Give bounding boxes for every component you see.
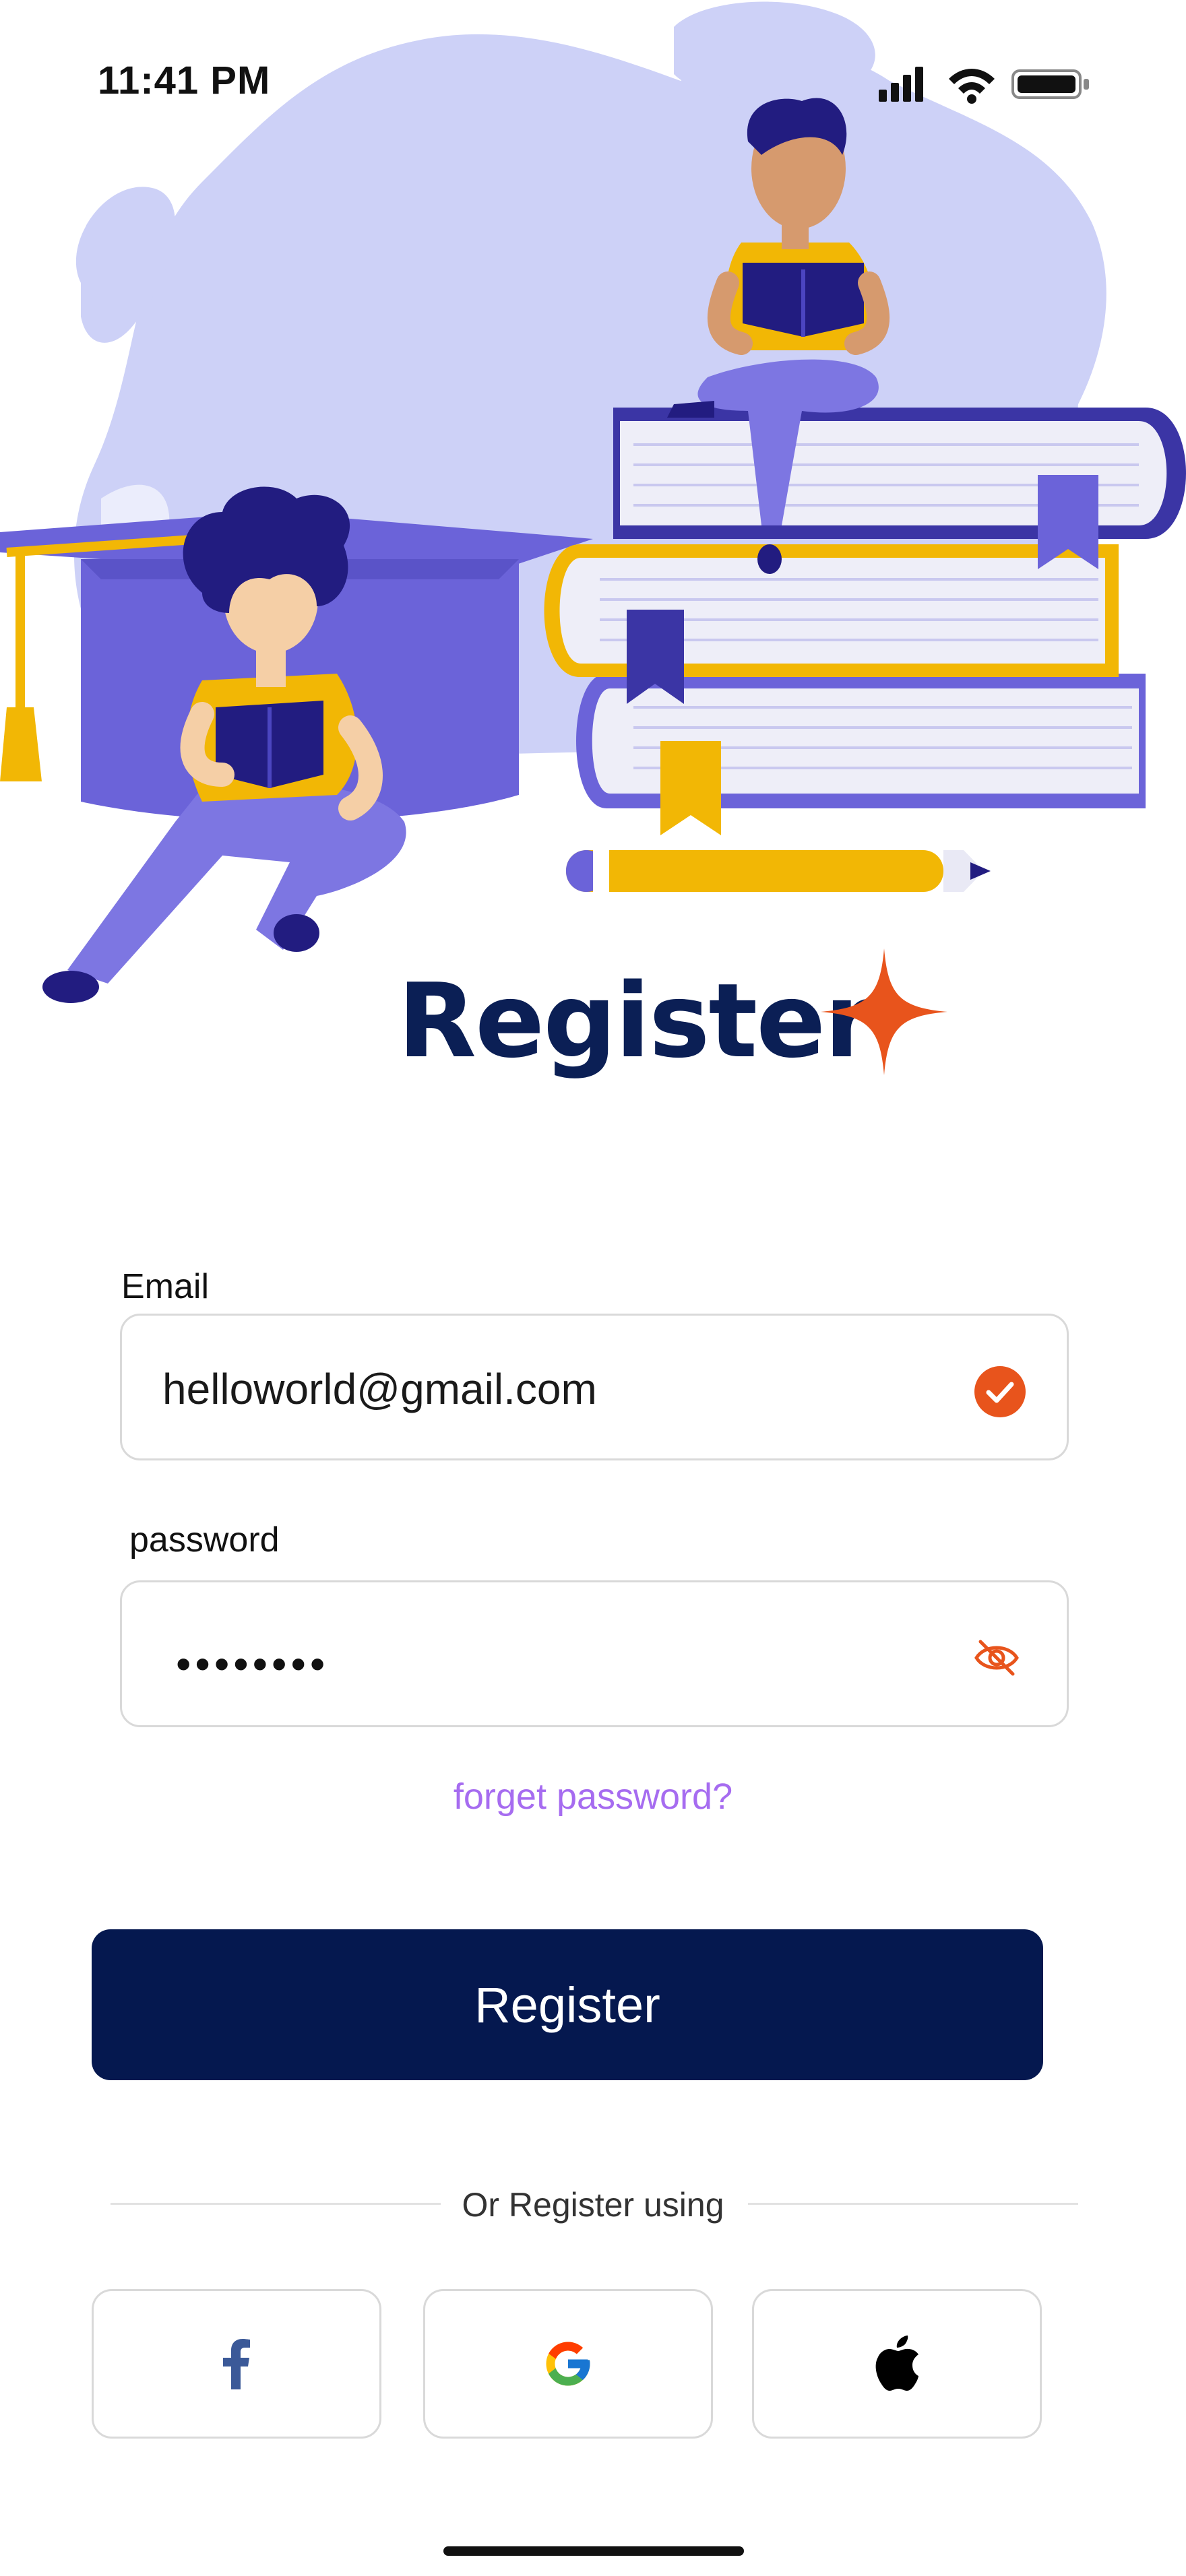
email-label: Email bbox=[121, 1267, 210, 1306]
signal-icon bbox=[876, 64, 930, 104]
register-button-label: Register bbox=[474, 1976, 660, 2033]
google-icon bbox=[546, 2342, 590, 2386]
password-field[interactable]: •••••••• bbox=[120, 1580, 1069, 1727]
page-title: Register bbox=[398, 961, 875, 1081]
home-indicator[interactable] bbox=[443, 2546, 744, 2556]
facebook-button[interactable] bbox=[92, 2289, 381, 2439]
apple-button[interactable] bbox=[752, 2289, 1042, 2439]
wifi-icon bbox=[946, 64, 997, 104]
eye-off-icon[interactable] bbox=[972, 1634, 1021, 1682]
password-label: password bbox=[129, 1520, 280, 1559]
status-icons bbox=[876, 64, 1092, 104]
forget-password-link[interactable]: forget password? bbox=[0, 1776, 1186, 1817]
cap-tassel bbox=[0, 707, 42, 781]
battery-icon bbox=[1011, 64, 1092, 104]
email-value: helloworld@gmail.com bbox=[162, 1365, 597, 1413]
facebook-icon bbox=[223, 2339, 250, 2389]
check-circle-icon bbox=[974, 1365, 1026, 1418]
google-button[interactable] bbox=[423, 2289, 713, 2439]
divider-line-right bbox=[748, 2203, 1078, 2205]
status-time: 11:41 PM bbox=[98, 59, 271, 102]
sparkle-icon bbox=[821, 948, 947, 1075]
email-field[interactable]: helloworld@gmail.com bbox=[120, 1314, 1069, 1460]
apple-icon bbox=[875, 2336, 918, 2391]
pencil bbox=[566, 850, 943, 892]
password-value: •••••••• bbox=[176, 1640, 330, 1688]
divider-text: Or Register using bbox=[462, 2186, 724, 2224]
status-bar: 11:41 PM bbox=[0, 0, 1186, 168]
register-button[interactable]: Register bbox=[92, 1929, 1043, 2080]
